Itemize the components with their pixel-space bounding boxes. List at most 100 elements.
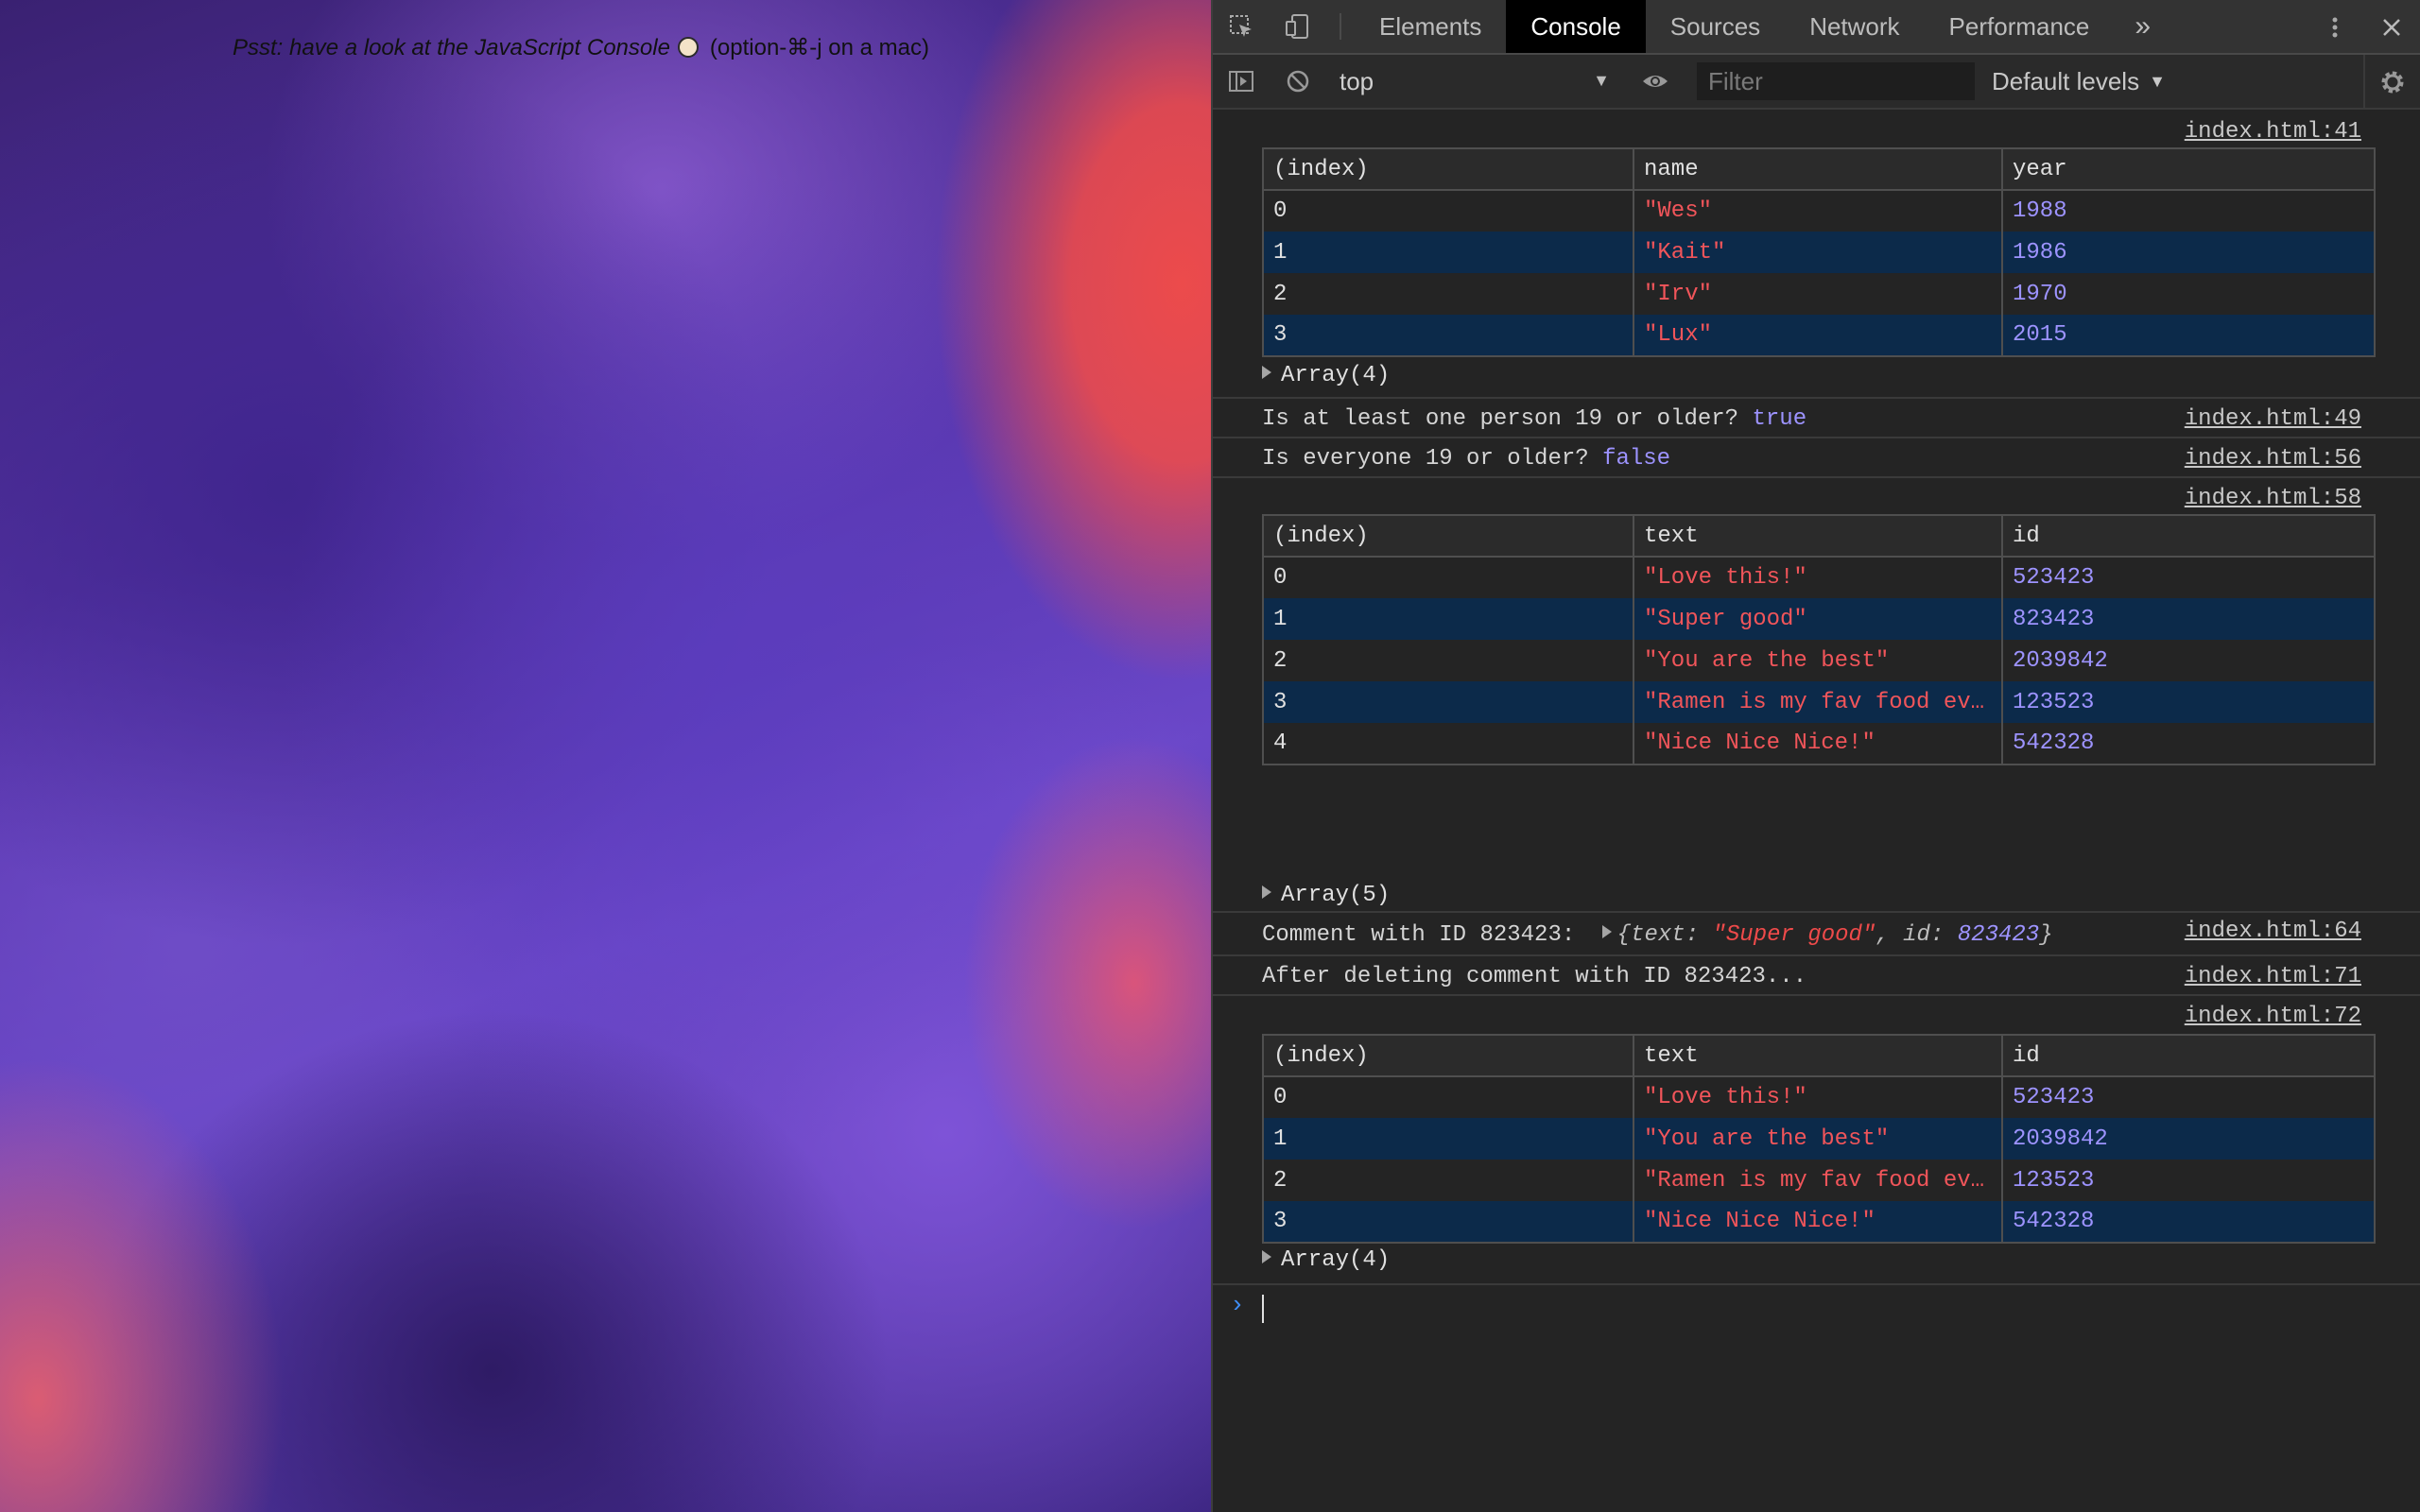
table-row: 2 "You are the best" 2039842 <box>1263 640 2376 681</box>
log-text: Comment with ID 823423: <box>1262 922 1576 948</box>
source-link[interactable]: index.html:58 <box>2185 486 2361 511</box>
source-link[interactable]: index.html:49 <box>2185 406 2361 432</box>
console-entry: After deleting comment with ID 823423...… <box>1213 956 2420 996</box>
cell-index: 1 <box>1263 1118 1634 1160</box>
object-brace: } <box>2039 922 2053 948</box>
cell-index: 4 <box>1263 723 1634 765</box>
console-hint-text: Psst: have a look at the JavaScript Cons… <box>233 34 929 61</box>
device-toolbar-icon[interactable] <box>1270 0 1326 53</box>
show-sidebar-icon[interactable] <box>1213 66 1270 96</box>
source-link[interactable]: index.html:64 <box>2185 919 2361 944</box>
chevron-down-icon: ▼ <box>2149 71 2166 91</box>
column-header[interactable]: id <box>2002 515 2376 558</box>
cell-id: 542328 <box>2002 1201 2376 1243</box>
more-tabs-button[interactable]: » <box>2114 0 2171 53</box>
cell-id: 2039842 <box>2002 640 2376 681</box>
chevron-down-icon: ▼ <box>1593 71 1610 90</box>
table-row: 1 "You are the best" 2039842 <box>1263 1118 2376 1160</box>
column-header[interactable]: name <box>1634 148 2003 191</box>
source-link[interactable]: index.html:56 <box>2185 446 2361 472</box>
cell-id: 123523 <box>2002 1160 2376 1201</box>
column-header[interactable]: text <box>1634 515 2003 558</box>
kebab-menu-icon[interactable] <box>2307 0 2363 55</box>
cell-text: "You are the best" <box>1634 1118 2003 1160</box>
column-header[interactable]: (index) <box>1263 1035 1634 1077</box>
tab-console[interactable]: Console <box>1506 0 1646 53</box>
log-message: Comment with ID 823423: {text: "Super go… <box>1262 922 2053 948</box>
tab-elements[interactable]: Elements <box>1355 0 1506 53</box>
object-value: 823423 <box>1957 922 2040 948</box>
cell-id: 2039842 <box>2002 1118 2376 1160</box>
cell-text: "Nice Nice Nice!" <box>1634 1201 2003 1243</box>
page-viewport: Psst: have a look at the JavaScript Cons… <box>0 0 1211 1512</box>
table-header-row: (index) name year <box>1263 148 2376 191</box>
cell-year: 1986 <box>2002 232 2376 273</box>
cell-id: 123523 <box>2002 681 2376 723</box>
console-entry: Comment with ID 823423: {text: "Super go… <box>1213 913 2420 956</box>
array-expander[interactable]: Array(4) <box>1262 363 1390 388</box>
column-header[interactable]: (index) <box>1263 515 1634 558</box>
filter-input-wrapper <box>1697 62 1975 100</box>
cell-text: "Ramen is my fav food ev… <box>1634 681 2003 723</box>
cell-index: 2 <box>1263 640 1634 681</box>
table-header-row: (index) text id <box>1263 1035 2376 1077</box>
gear-icon[interactable] <box>2363 55 2420 110</box>
cell-year: 1970 <box>2002 273 2376 315</box>
text-caret <box>1262 1295 1264 1323</box>
column-header[interactable]: (index) <box>1263 148 1634 191</box>
live-expression-eye-icon[interactable] <box>1627 66 1684 96</box>
object-separator: , <box>1876 922 1890 948</box>
array-label: Array(5) <box>1281 883 1391 908</box>
expand-triangle-icon <box>1262 885 1271 899</box>
column-header[interactable]: text <box>1634 1035 2003 1077</box>
table-row: 3 "Nice Nice Nice!" 542328 <box>1263 1201 2376 1243</box>
log-levels-label: Default levels <box>1992 66 2140 95</box>
tab-network[interactable]: Network <box>1785 0 1924 53</box>
table-row: 4 "Nice Nice Nice!" 542328 <box>1263 723 2376 765</box>
cell-name: "Kait" <box>1634 232 2003 273</box>
filter-input[interactable] <box>1708 66 1963 96</box>
source-link[interactable]: index.html:71 <box>2185 964 2361 989</box>
table-row: 1 "Kait" 1986 <box>1263 232 2376 273</box>
cell-name: "Irv" <box>1634 273 2003 315</box>
context-value: top <box>1340 66 1374 95</box>
console-prompt[interactable]: › <box>1213 1285 2420 1332</box>
cell-index: 1 <box>1263 232 1634 273</box>
context-selector[interactable]: top ▼ <box>1326 54 1627 109</box>
column-header[interactable]: id <box>2002 1035 2376 1077</box>
log-text: Is at least one person 19 or older? <box>1262 406 1739 432</box>
console-toolbar: top ▼ Default levels ▼ <box>1213 55 2420 110</box>
column-header[interactable]: year <box>2002 148 2376 191</box>
array-label: Array(4) <box>1281 1247 1391 1273</box>
array-expander[interactable]: Array(5) <box>1262 883 1390 908</box>
cell-name: "Lux" <box>1634 315 2003 356</box>
table-row: 3 "Ramen is my fav food ev… 123523 <box>1263 681 2376 723</box>
cell-index: 2 <box>1263 1160 1634 1201</box>
close-icon[interactable] <box>2363 0 2420 55</box>
tab-sources[interactable]: Sources <box>1646 0 1785 53</box>
table-row: 0 "Wes" 1988 <box>1263 190 2376 232</box>
array-expander[interactable]: Array(4) <box>1262 1247 1390 1273</box>
console-entry: index.html:72 (index) text id 0 "Love thi… <box>1213 996 2420 1285</box>
cell-id: 523423 <box>2002 557 2376 598</box>
object-brace: { <box>1616 922 1632 948</box>
table-row: 2 "Ramen is my fav food ev… 123523 <box>1263 1160 2376 1201</box>
table-row: 0 "Love this!" 523423 <box>1263 1076 2376 1118</box>
log-text: Is everyone 19 or older? <box>1262 446 1589 472</box>
clear-console-icon[interactable] <box>1270 66 1326 96</box>
prompt-chevron-icon: › <box>1230 1291 1245 1319</box>
expand-triangle-icon[interactable] <box>1601 925 1612 938</box>
source-link[interactable]: index.html:41 <box>2185 119 2361 145</box>
table-row: 3 "Lux" 2015 <box>1263 315 2376 356</box>
hint-text: Psst: have a look at the JavaScript Cons… <box>233 35 670 60</box>
table-row: 0 "Love this!" 523423 <box>1263 557 2376 598</box>
cell-year: 1988 <box>2002 190 2376 232</box>
log-levels-dropdown[interactable]: Default levels ▼ <box>1992 67 2166 96</box>
divider <box>1340 13 1341 40</box>
object-key: text: <box>1631 922 1700 948</box>
source-link[interactable]: index.html:72 <box>2185 1004 2361 1029</box>
inspect-element-icon[interactable] <box>1213 0 1270 53</box>
cell-text: "You are the best" <box>1634 640 2003 681</box>
tab-performance[interactable]: Performance <box>1925 0 2115 53</box>
cell-id: 823423 <box>2002 598 2376 640</box>
